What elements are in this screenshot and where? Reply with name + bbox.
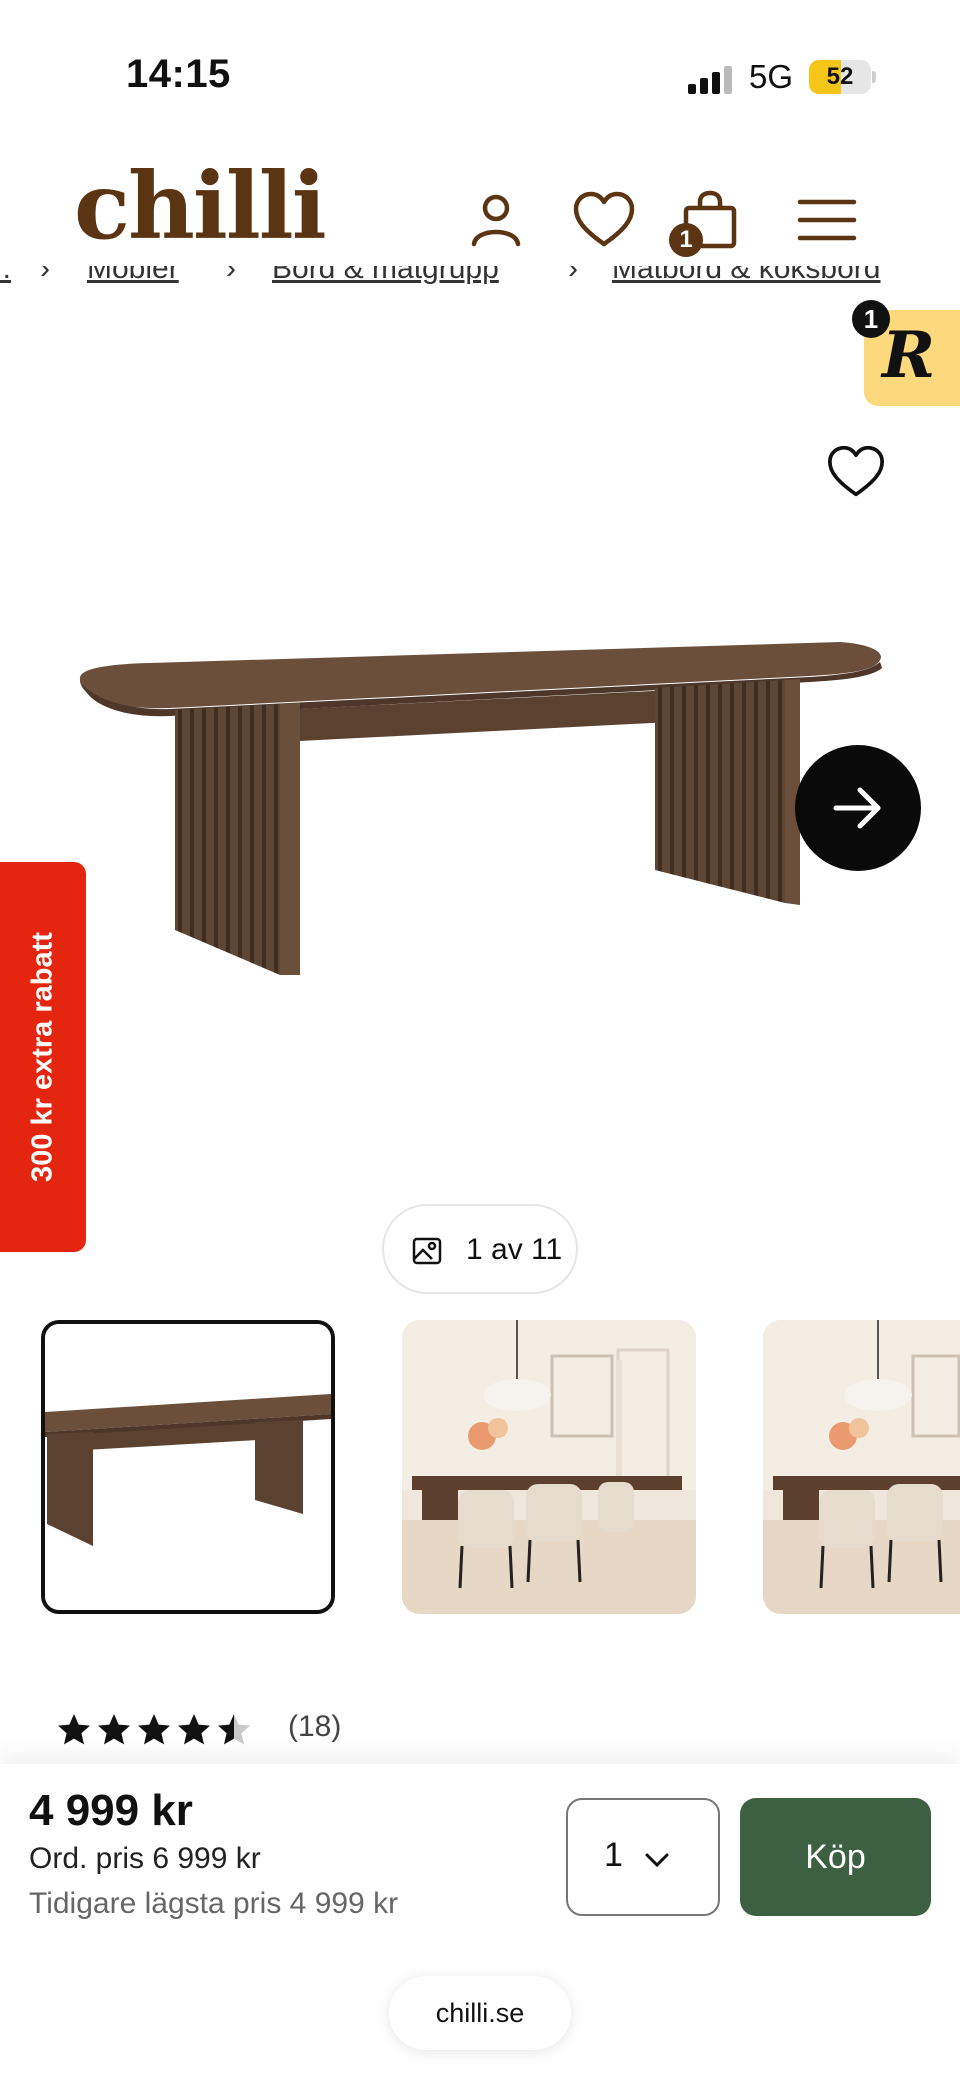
product-image[interactable] <box>70 630 890 990</box>
brand-logo[interactable]: chilli <box>74 160 327 252</box>
breadcrumb-home[interactable]: ... <box>0 266 11 286</box>
lowest-price: Tidigare lägsta pris 4 999 kr <box>29 1887 399 1920</box>
rewards-badge: 1 <box>852 300 890 338</box>
thumbnail-2[interactable] <box>402 1320 696 1614</box>
signal-icon <box>688 66 732 94</box>
breadcrumb-item[interactable]: Möbler <box>87 266 179 286</box>
promo-tab[interactable]: 300 kr extra rabatt <box>0 862 86 1252</box>
breadcrumb: ... › Möbler › Bord & matgrupp › Matbord… <box>0 266 960 296</box>
battery-percent: 52 <box>826 63 854 90</box>
price: 4 999 kr <box>29 1786 193 1835</box>
star-icon <box>58 1714 90 1745</box>
promo-label: 300 kr extra rabatt <box>26 932 59 1182</box>
chevron-down-icon <box>645 1853 669 1868</box>
image-counter: 1 av 11 <box>382 1204 578 1294</box>
heart-icon[interactable] <box>572 190 636 250</box>
star-icon <box>218 1714 250 1745</box>
buy-button[interactable]: Köp <box>740 1798 931 1916</box>
rating-count[interactable]: (18) <box>288 1710 341 1744</box>
heart-icon[interactable] <box>826 444 886 500</box>
quantity-value: 1 <box>604 1836 623 1874</box>
purchase-bar: 4 999 kr Ord. pris 6 999 kr Tidigare läg… <box>0 1764 960 2087</box>
thumbnail-3[interactable] <box>763 1320 960 1614</box>
star-icon <box>138 1714 170 1745</box>
next-image-button[interactable] <box>795 745 921 871</box>
star-icon <box>98 1714 130 1745</box>
breadcrumb-current[interactable]: Matbord & köksbord <box>612 266 880 286</box>
star-icon <box>178 1714 210 1745</box>
ordinary-price: Ord. pris 6 999 kr <box>29 1842 261 1875</box>
breadcrumb-item[interactable]: Bord & matgrupp <box>272 266 499 286</box>
arrow-right-icon <box>833 787 881 829</box>
battery-indicator: 52 <box>809 60 876 94</box>
user-icon[interactable] <box>466 190 526 250</box>
status-time: 14:15 <box>126 52 231 96</box>
menu-icon[interactable] <box>796 190 858 250</box>
image-counter-text: 1 av 11 <box>466 1233 563 1266</box>
product-page: 14:15 5G 52 chilli 1 . › Möbler › Bord &… <box>0 0 960 2087</box>
cart-count-badge: 1 <box>669 223 703 257</box>
thumbnail-1[interactable] <box>41 1320 335 1614</box>
browser-domain[interactable]: chilli.se <box>389 1976 571 2050</box>
image-icon <box>412 1237 442 1265</box>
rewards-letter: R <box>882 318 936 393</box>
network-label: 5G <box>749 58 794 95</box>
quantity-select[interactable]: 1 <box>566 1798 720 1916</box>
